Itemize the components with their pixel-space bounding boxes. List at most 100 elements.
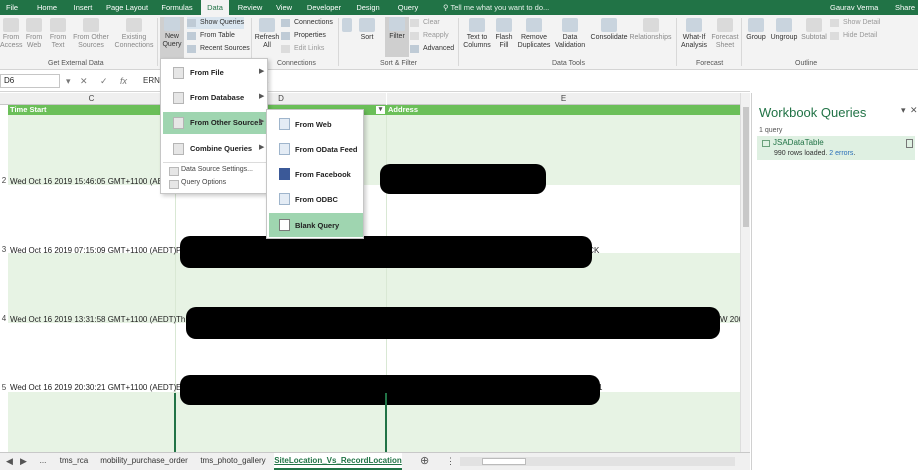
tab-developer[interactable]: Developer [303, 0, 345, 15]
tab-file[interactable]: File [0, 0, 24, 15]
tab-data[interactable]: Data [201, 0, 229, 15]
horizontal-scroll-thumb[interactable] [482, 458, 526, 465]
sheet-options-icon[interactable]: ⋮ [446, 453, 455, 470]
add-sheet-icon[interactable]: ⊕ [420, 453, 429, 470]
row-header-3[interactable]: 3 [0, 245, 8, 254]
query-errors-link[interactable]: 2 errors [829, 150, 853, 157]
menu-item-query-options[interactable]: Query Options [168, 179, 226, 189]
tab-insert[interactable]: Insert [68, 0, 98, 15]
from-other-sources-button[interactable]: From Other Sources [72, 18, 110, 50]
tab-query[interactable]: Query [393, 0, 423, 15]
menu-item-from-web[interactable]: From Web [269, 112, 363, 136]
menu-item-data-source-settings[interactable]: Data Source Settings... [169, 166, 253, 176]
menu-item-from-odbc[interactable]: From ODBC [269, 187, 363, 211]
menu-item-blank-query[interactable]: Blank Query [269, 213, 363, 237]
clear-button[interactable]: Clear [410, 17, 440, 29]
menu-item-from-file[interactable]: From File ▶ [163, 62, 267, 84]
tab-page-layout[interactable]: Page Layout [104, 0, 150, 15]
forecast-sheet-button[interactable]: Forecast Sheet [711, 18, 739, 50]
row-header-4[interactable]: 4 [0, 314, 8, 323]
menu-item-combine-queries[interactable]: Combine Queries ▶ [163, 138, 267, 160]
sheet-tab[interactable]: mobility_purchase_order [96, 453, 192, 470]
sort-button[interactable]: Sort [356, 18, 378, 42]
horizontal-scrollbar[interactable] [460, 457, 735, 466]
insert-function-icon[interactable]: fx [120, 74, 127, 88]
menu-item-from-odata-feed[interactable]: From OData Feed [269, 137, 363, 161]
cell-time-start[interactable]: Wed Oct 16 2019 13:31:58 GMT+1100 (AEDT) [10, 315, 176, 324]
enter-icon[interactable]: ✓ [100, 74, 108, 88]
worksheet-grid[interactable]: Time Start ▾ Address Wed Oct 16 2019 15:… [8, 105, 740, 452]
recent-sources-button[interactable]: Recent Sources [187, 43, 250, 55]
filter-dropdown-icon[interactable]: ▾ [376, 106, 385, 114]
menu-item-from-other-sources[interactable]: From Other Sources ▶ [163, 112, 267, 134]
sheet-tab-more[interactable]: ... [35, 453, 51, 470]
row-header-2[interactable]: 2 [0, 176, 8, 185]
share-button[interactable]: Share [895, 0, 915, 15]
data-validation-button[interactable]: Data Validation [553, 18, 587, 50]
tab-design[interactable]: Design [352, 0, 384, 15]
cell-time-start[interactable]: Wed Oct 16 2019 20:30:21 GMT+1100 (AEDT) [10, 383, 176, 392]
from-text-button[interactable]: From Text [47, 18, 69, 50]
edit-links-button[interactable]: Edit Links [281, 43, 324, 55]
sort-az-button[interactable] [341, 18, 353, 34]
next-sheet-icon[interactable]: ▶ [20, 453, 27, 470]
from-access-button[interactable]: From Access [0, 18, 23, 50]
relationships-button[interactable]: Relationships [629, 18, 672, 42]
consolidate-button[interactable]: Consolidate [590, 18, 628, 42]
pane-options-icon[interactable]: ▾ [901, 105, 906, 116]
vertical-scrollbar[interactable] [740, 93, 750, 452]
what-if-analysis-button[interactable]: What-If Analysis [679, 18, 709, 50]
tab-view[interactable]: View [271, 0, 297, 15]
name-box[interactable]: D6 [0, 74, 60, 88]
filter-button[interactable]: Filter [385, 17, 409, 57]
show-queries-button[interactable]: Show Queries [187, 17, 244, 29]
from-table-button[interactable]: From Table [187, 30, 235, 42]
column-header-c[interactable]: C [8, 93, 175, 105]
connections-button[interactable]: Connections [281, 17, 333, 29]
query-item[interactable]: JSADataTable 990 rows loaded. 2 errors. [757, 136, 915, 160]
query-peek-icon[interactable] [906, 139, 913, 148]
show-detail-button[interactable]: Show Detail [830, 17, 880, 29]
user-name[interactable]: Gaurav Verma [830, 0, 878, 15]
query-status-text: 990 rows loaded. [774, 150, 830, 157]
from-web-button[interactable]: From Web [24, 18, 44, 50]
ungroup-button[interactable]: Ungroup [769, 18, 799, 42]
cell-time-start[interactable]: Wed Oct 16 2019 07:15:09 GMT+1100 (AEDT) [10, 246, 176, 255]
tell-me-search[interactable]: ⚲ Tell me what you want to do... [443, 0, 549, 15]
tab-home[interactable]: Home [32, 0, 62, 15]
flash-fill-button[interactable]: Flash Fill [494, 18, 514, 50]
cell-value-fragment[interactable]: Th [176, 315, 185, 324]
connections-group-label: Connections [277, 60, 316, 67]
formula-input[interactable]: ERN [143, 74, 160, 88]
sheet-tab[interactable]: tms_rca [54, 453, 94, 470]
prev-sheet-icon[interactable]: ◀ [6, 453, 13, 470]
tab-formulas[interactable]: Formulas [158, 0, 196, 15]
select-all-corner[interactable] [0, 93, 8, 105]
refresh-all-button[interactable]: Refresh All [254, 18, 280, 50]
row-header-5[interactable]: 5 [0, 383, 8, 392]
text-to-columns-button[interactable]: Text to Columns [462, 18, 492, 50]
header-address[interactable]: Address [388, 105, 418, 115]
subtotal-button[interactable]: Subtotal [800, 18, 828, 42]
menu-item-from-database[interactable]: From Database ▶ [163, 87, 267, 109]
properties-button[interactable]: Properties [281, 30, 326, 42]
remove-duplicates-button[interactable]: Remove Duplicates [517, 18, 551, 50]
name-box-dropdown-icon[interactable]: ▾ [66, 74, 71, 88]
menu-item-from-facebook[interactable]: From Facebook [269, 162, 363, 186]
sheet-tab-active[interactable]: SiteLocation_Vs_RecordLocation [274, 453, 402, 470]
advanced-button[interactable]: Advanced [410, 43, 454, 55]
sheet-tab[interactable]: tms_photo_gallery [195, 453, 271, 470]
close-icon[interactable]: ✕ [910, 105, 918, 116]
group-button[interactable]: Group [744, 18, 768, 42]
column-header-e[interactable]: E [387, 93, 740, 105]
tab-review[interactable]: Review [234, 0, 266, 15]
cell-time-start[interactable]: Wed Oct 16 2019 15:46:05 GMT+1100 (AED [10, 177, 169, 186]
cancel-icon[interactable]: ✕ [80, 74, 88, 88]
existing-connections-button[interactable]: Existing Connections [114, 18, 154, 50]
cell-value-fragment[interactable]: W 200 [720, 315, 740, 324]
reapply-button[interactable]: Reapply [410, 30, 449, 42]
header-time-start[interactable]: Time Start [10, 105, 47, 115]
hide-detail-button[interactable]: Hide Detail [830, 30, 877, 42]
vertical-scroll-thumb[interactable] [743, 107, 749, 227]
new-query-button[interactable]: New Query [160, 17, 184, 59]
